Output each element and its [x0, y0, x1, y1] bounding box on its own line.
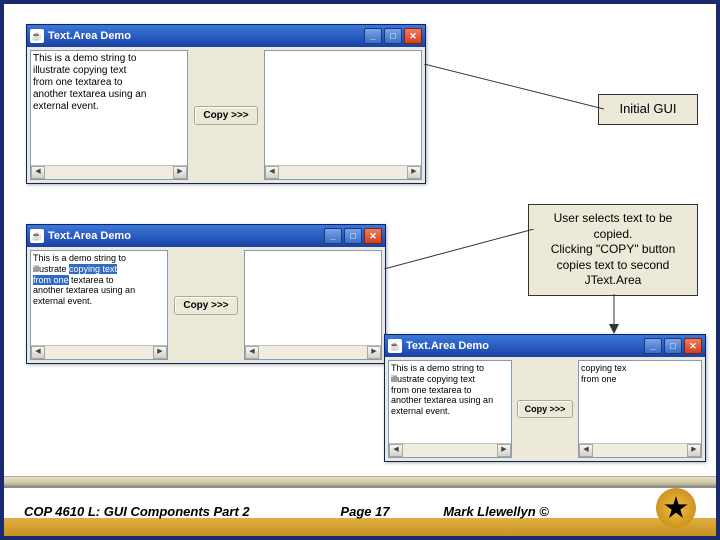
scroll-track[interactable] [403, 444, 497, 457]
scrollbar[interactable]: ◀ ▶ [31, 165, 187, 179]
scroll-right-icon[interactable]: ▶ [173, 166, 187, 179]
scrollbar[interactable]: ◀ ▶ [31, 345, 167, 359]
scroll-right-icon[interactable]: ▶ [687, 444, 701, 457]
java-icon [30, 29, 44, 43]
scroll-left-icon[interactable]: ◀ [31, 346, 45, 359]
window-title: Text.Area Demo [406, 340, 489, 352]
arrow-line [424, 64, 604, 114]
text-line: another textarea using an [33, 89, 146, 100]
titlebar: Text.Area Demo _ □ ✕ [385, 335, 705, 357]
textarea-right[interactable]: ◀ ▶ [264, 50, 422, 180]
arrow-line [384, 229, 534, 269]
copy-button[interactable]: Copy >>> [194, 106, 258, 125]
scroll-track[interactable] [259, 346, 367, 359]
window-body: This is a demo string to illustrate copy… [27, 47, 425, 183]
selected-text: from one [33, 275, 69, 285]
text-line: illustrate copying text [33, 65, 126, 76]
scrollbar[interactable]: ◀ ▶ [265, 165, 421, 179]
callout-initial: Initial GUI [598, 94, 698, 125]
footer-center: Page 17 [297, 486, 433, 536]
window-body: This is a demo string to illustrate copy… [385, 357, 705, 461]
scrollbar[interactable]: ◀ ▶ [245, 345, 381, 359]
window-controls: _ □ ✕ [364, 28, 422, 44]
maximize-button[interactable]: □ [664, 338, 682, 354]
scroll-left-icon[interactable]: ◀ [245, 346, 259, 359]
titlebar: Text.Area Demo _ □ ✕ [27, 225, 385, 247]
footer: COP 4610 L: GUI Components Part 2 Page 1… [4, 486, 716, 536]
textarea-right[interactable]: ◀ ▶ [244, 250, 382, 360]
java-window-selection: Text.Area Demo _ □ ✕ This is a demo stri… [26, 224, 386, 364]
close-button[interactable]: ✕ [684, 338, 702, 354]
java-window-result: Text.Area Demo _ □ ✕ This is a demo stri… [384, 334, 706, 462]
close-button[interactable]: ✕ [404, 28, 422, 44]
scroll-left-icon[interactable]: ◀ [389, 444, 403, 457]
scroll-track[interactable] [593, 444, 687, 457]
maximize-button[interactable]: □ [344, 228, 362, 244]
minimize-button[interactable]: _ [324, 228, 342, 244]
scroll-right-icon[interactable]: ▶ [153, 346, 167, 359]
window-body: This is a demo string to illustrate copy… [27, 247, 385, 363]
window-controls: _ □ ✕ [644, 338, 702, 354]
java-window-initial: Text.Area Demo _ □ ✕ This is a demo stri… [26, 24, 426, 184]
scroll-right-icon[interactable]: ▶ [497, 444, 511, 457]
scroll-left-icon[interactable]: ◀ [579, 444, 593, 457]
java-icon [388, 339, 402, 353]
button-column: Copy >>> [171, 250, 241, 360]
scroll-track[interactable] [279, 166, 407, 179]
java-icon [30, 229, 44, 243]
text-line: This is a demo string to [33, 53, 136, 64]
scroll-right-icon[interactable]: ▶ [407, 166, 421, 179]
titlebar: Text.Area Demo _ □ ✕ [27, 25, 425, 47]
window-controls: _ □ ✕ [324, 228, 382, 244]
textarea-left[interactable]: This is a demo string to illustrate copy… [30, 50, 188, 180]
slide: Text.Area Demo _ □ ✕ This is a demo stri… [0, 0, 720, 540]
textarea-left[interactable]: This is a demo string to illustrate copy… [30, 250, 168, 360]
textarea-right[interactable]: copying tex from one ◀ ▶ [578, 360, 702, 458]
scroll-left-icon[interactable]: ◀ [265, 166, 279, 179]
arrow-down [604, 294, 624, 334]
copy-button[interactable]: Copy >>> [517, 400, 573, 418]
footer-left: COP 4610 L: GUI Components Part 2 [4, 486, 297, 536]
scroll-track[interactable] [45, 166, 173, 179]
textarea-left[interactable]: This is a demo string to illustrate copy… [388, 360, 512, 458]
window-title: Text.Area Demo [48, 230, 131, 242]
text-line: copying tex [581, 363, 627, 373]
text-line: external event. [33, 101, 99, 112]
text-line: from one textarea to [33, 77, 123, 88]
scroll-left-icon[interactable]: ◀ [31, 166, 45, 179]
minimize-button[interactable]: _ [644, 338, 662, 354]
callout-text: Initial GUI [619, 101, 676, 116]
scrollbar[interactable]: ◀ ▶ [389, 443, 511, 457]
selected-text: copying text [69, 264, 117, 274]
ucf-logo [656, 488, 696, 528]
close-button[interactable]: ✕ [364, 228, 382, 244]
text-line: from one [581, 374, 617, 384]
button-column: Copy >>> [515, 360, 575, 458]
scroll-right-icon[interactable]: ▶ [367, 346, 381, 359]
window-title: Text.Area Demo [48, 30, 131, 42]
maximize-button[interactable]: □ [384, 28, 402, 44]
scrollbar[interactable]: ◀ ▶ [579, 443, 701, 457]
minimize-button[interactable]: _ [364, 28, 382, 44]
scroll-track[interactable] [45, 346, 153, 359]
callout-step2: User selects text to be copied.Clicking … [528, 204, 698, 296]
copy-button[interactable]: Copy >>> [174, 296, 238, 315]
button-column: Copy >>> [191, 50, 261, 180]
